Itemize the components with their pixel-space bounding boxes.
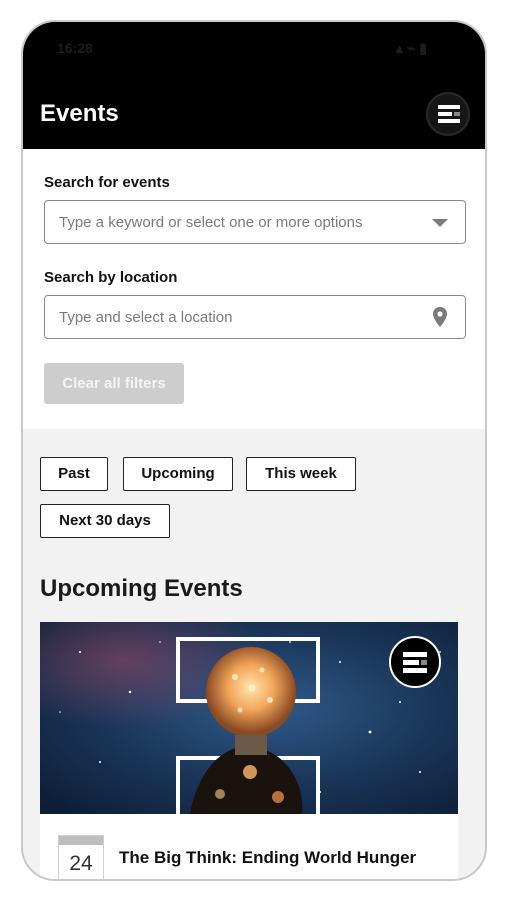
event-day: 24 (69, 852, 93, 875)
date-badge: 24 (58, 835, 104, 879)
caret-down-icon[interactable] (432, 219, 448, 227)
event-image[interactable] (40, 622, 458, 814)
location-search-input[interactable]: Type and select a location (44, 295, 466, 339)
location-search-placeholder: Type and select a location (59, 309, 233, 326)
event-title[interactable]: The Big Think: Ending World Hunger (119, 848, 416, 868)
event-card[interactable]: 24 The Big Think: Ending World Hunger (40, 622, 458, 879)
filter-upcoming[interactable]: Upcoming (123, 457, 233, 491)
status-icons: ▴ ⌁ ▮ (396, 40, 427, 56)
clear-filters-button[interactable]: Clear all filters (44, 363, 184, 404)
event-menu-icon[interactable] (389, 636, 441, 688)
page-title: Events (40, 100, 119, 127)
app-header: 16:28 ▴ ⌁ ▮ Events (23, 22, 485, 149)
filter-past[interactable]: Past (40, 457, 108, 491)
keyword-search-placeholder: Type a keyword or select one or more opt… (59, 214, 363, 231)
location-search-label: Search by location (44, 269, 178, 286)
filter-this-week[interactable]: This week (246, 457, 356, 491)
keyword-search-label: Search for events (44, 174, 170, 191)
keyword-search-input[interactable]: Type a keyword or select one or more opt… (44, 200, 466, 244)
status-bar: 16:28 ▴ ⌁ ▮ (23, 22, 485, 72)
menu-button[interactable] (426, 92, 470, 136)
status-time: 16:28 (57, 40, 93, 56)
search-panel: Search for events Type a keyword or sele… (23, 149, 485, 429)
section-title: Upcoming Events (40, 575, 243, 602)
phone-frame: 16:28 ▴ ⌁ ▮ Events Search for events Typ… (21, 20, 487, 881)
location-pin-icon (433, 307, 447, 332)
calendar-header (59, 836, 103, 845)
filter-next-30-days[interactable]: Next 30 days (40, 504, 170, 538)
